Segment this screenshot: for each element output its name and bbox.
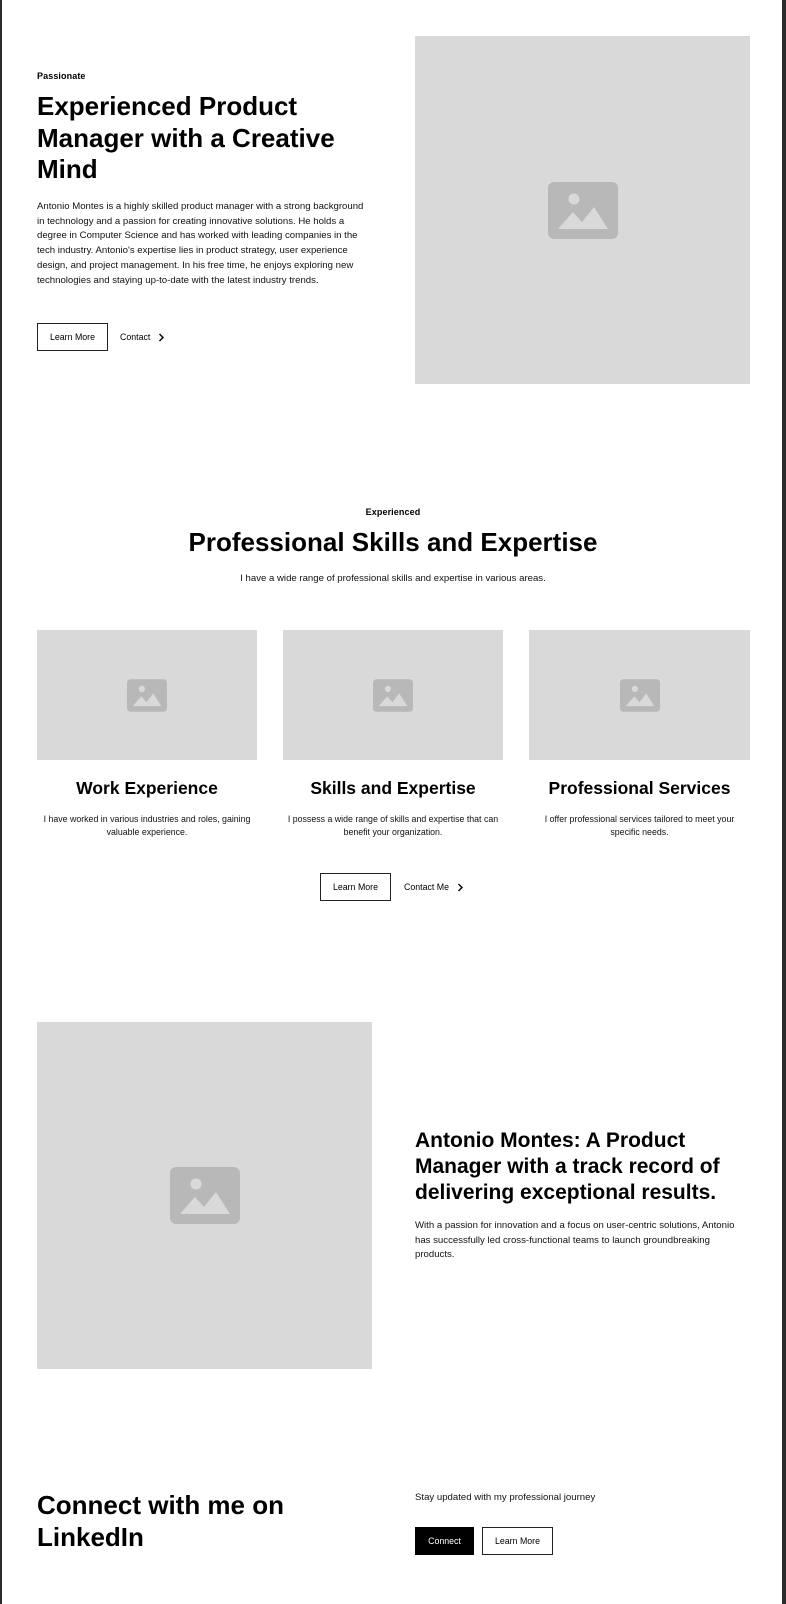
window-frame-left bbox=[0, 0, 2, 1604]
connect-button[interactable]: Connect bbox=[415, 1527, 474, 1555]
skills-title: Professional Skills and Expertise bbox=[188, 527, 598, 557]
about-title: Antonio Montes: A Product Manager with a… bbox=[415, 1129, 720, 1204]
cta-subtitle: Stay updated with my professional journe… bbox=[415, 1492, 596, 1503]
card-title-skills-expertise: Skills and Expertise bbox=[310, 778, 476, 798]
image-placeholder-icon bbox=[373, 678, 413, 712]
hero-title: Experienced Product Manager with a Creat… bbox=[37, 91, 335, 184]
hero-learn-more-button[interactable]: Learn More bbox=[37, 323, 108, 351]
chevron-right-icon bbox=[457, 883, 463, 891]
image-placeholder-icon bbox=[169, 1167, 240, 1224]
card-image-professional-services bbox=[529, 630, 750, 760]
card-title-professional-services: Professional Services bbox=[548, 778, 731, 798]
image-placeholder-icon bbox=[547, 181, 618, 239]
card-text-professional-services: I offer professional services tailored t… bbox=[544, 814, 735, 837]
card-title-work-experience: Work Experience bbox=[76, 778, 218, 798]
skills-contact-me-label: Contact Me bbox=[404, 882, 449, 892]
hero-image bbox=[415, 36, 750, 384]
cta-learn-more-button[interactable]: Learn More bbox=[482, 1527, 553, 1555]
hero-contact-label: Contact bbox=[120, 332, 151, 342]
hero-tagline: Passionate bbox=[37, 71, 86, 81]
skills-subtitle: I have a wide range of professional skil… bbox=[240, 573, 546, 584]
window-frame-right bbox=[782, 0, 786, 1604]
card-text-skills-expertise: I possess a wide range of skills and exp… bbox=[287, 814, 499, 837]
card-image-work-experience bbox=[37, 630, 257, 760]
skills-tagline: Experienced bbox=[365, 507, 421, 517]
hero-body: Antonio Montes is a highly skilled produ… bbox=[37, 201, 364, 286]
about-body: With a passion for innovation and a focu… bbox=[415, 1220, 735, 1261]
chevron-right-icon bbox=[159, 333, 165, 341]
hero-contact-link[interactable]: Contact bbox=[120, 330, 165, 344]
about-image bbox=[37, 1022, 372, 1369]
cta-title: Connect with me on LinkedIn bbox=[37, 1490, 284, 1552]
card-text-work-experience: I have worked in various industries and … bbox=[43, 814, 251, 837]
skills-learn-more-button[interactable]: Learn More bbox=[320, 873, 391, 901]
skills-contact-me-link[interactable]: Contact Me bbox=[404, 880, 464, 894]
card-image-skills-expertise bbox=[283, 630, 503, 760]
image-placeholder-icon bbox=[619, 678, 660, 712]
image-placeholder-icon bbox=[127, 678, 167, 712]
